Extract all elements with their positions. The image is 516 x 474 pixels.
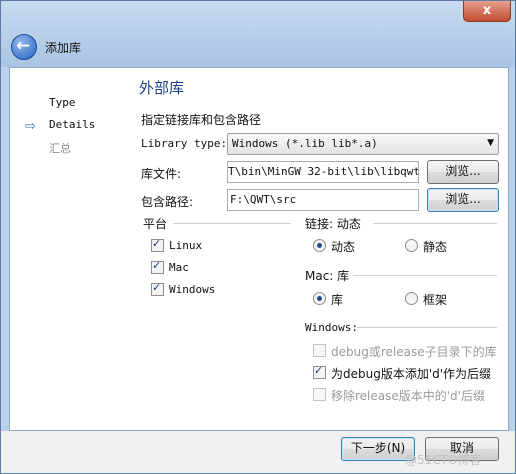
- next-button[interactable]: 下一步(N): [341, 437, 415, 461]
- lib-file-input[interactable]: T\bin\MinGW 32-bit\lib\libqwt.a: [227, 161, 419, 183]
- browse-lib-button[interactable]: 浏览...: [427, 160, 499, 184]
- library-radio[interactable]: [313, 292, 326, 305]
- watermark-text: @51CTO博客: [405, 453, 482, 467]
- page-subtitle: 指定链接库和包含路径: [141, 113, 262, 127]
- wizard-window: x ← 添加库 Type Details 汇总 ⇨ 外部库 指定链接库和包含路径…: [0, 0, 516, 474]
- framework-label: 框架: [423, 293, 448, 307]
- title-bar: x ← 添加库: [1, 1, 515, 67]
- library-type-label: Library type:: [141, 137, 228, 150]
- remove-d-suffix-checkbox[interactable]: [313, 388, 326, 401]
- include-path-input[interactable]: F:\QWT\src: [227, 189, 419, 211]
- linkage-divider: [373, 223, 497, 224]
- lib-file-label: 库文件:: [141, 167, 182, 181]
- platform-group-title: 平台: [143, 217, 168, 231]
- mac-label: Mac: [169, 261, 189, 274]
- windows-checkbox[interactable]: [151, 281, 164, 296]
- mac-divider: [353, 275, 497, 276]
- browse-include-button[interactable]: 浏览...: [427, 188, 499, 212]
- step-details: Details: [49, 118, 96, 131]
- framework-radio[interactable]: [405, 292, 418, 305]
- mac-checkbox[interactable]: [151, 259, 164, 274]
- dynamic-label: 动态: [331, 240, 356, 254]
- step-type: Type: [49, 96, 76, 109]
- debug-release-subdir-checkbox[interactable]: [313, 344, 326, 357]
- remove-d-suffix-label: 移除release版本中的'd'后缀: [331, 389, 485, 403]
- wizard-steps: Type Details 汇总: [49, 96, 95, 162]
- windows-label: Windows: [169, 283, 216, 296]
- dynamic-radio[interactable]: [313, 239, 326, 252]
- windows-divider: [357, 327, 497, 328]
- static-label: 静态: [423, 240, 448, 254]
- library-type-select[interactable]: Windows (*.lib lib*.a) ▼: [227, 133, 499, 155]
- library-label: 库: [331, 293, 344, 307]
- back-arrow-icon[interactable]: ←: [11, 34, 37, 60]
- windows-group-title: Windows:: [305, 321, 358, 334]
- chevron-down-icon: ▼: [487, 138, 494, 148]
- linux-label: Linux: [169, 239, 203, 252]
- debug-d-suffix-checkbox[interactable]: [313, 364, 326, 379]
- debug-d-suffix-label: 为debug版本添加'd'作为后缀: [331, 367, 492, 381]
- linkage-group-title: 链接: 动态: [305, 217, 361, 231]
- page-title: 外部库: [139, 79, 185, 97]
- include-path-label: 包含路径:: [141, 195, 194, 209]
- debug-release-subdir-label: debug或release子目录下的库: [331, 345, 497, 359]
- linux-checkbox[interactable]: [151, 237, 164, 252]
- step-summary: 汇总: [49, 142, 71, 155]
- window-title: 添加库: [45, 41, 82, 55]
- mac-group-title: Mac: 库: [305, 269, 350, 283]
- static-radio[interactable]: [405, 239, 418, 252]
- library-type-value: Windows (*.lib lib*.a): [232, 137, 378, 150]
- current-step-arrow-icon: ⇨: [25, 119, 36, 134]
- platform-divider: [173, 223, 291, 224]
- close-button[interactable]: x: [463, 1, 511, 22]
